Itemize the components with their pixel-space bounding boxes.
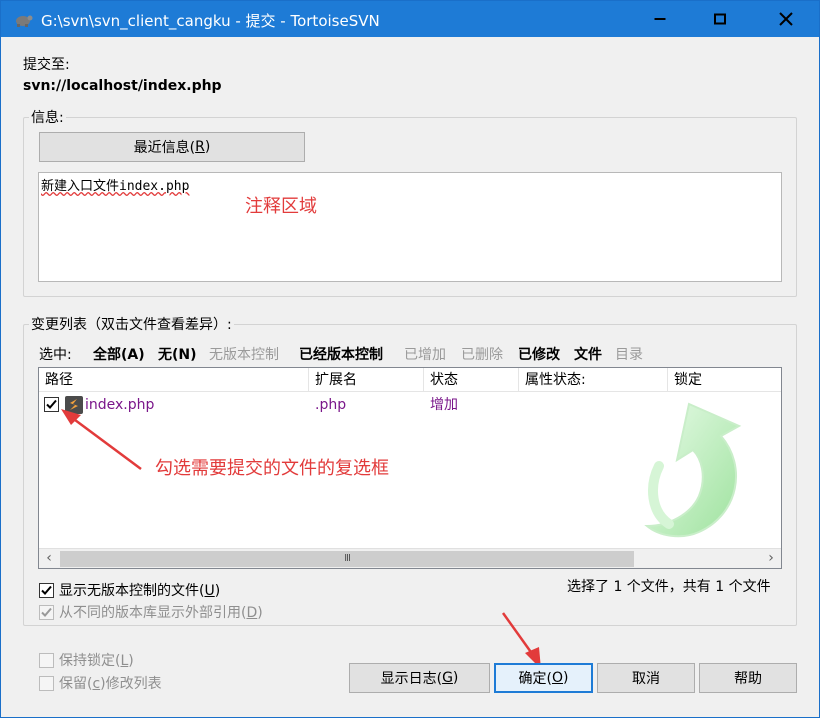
ok-annotation-arrow-icon xyxy=(501,612,541,669)
select-unversioned-link[interactable]: 无版本控制 xyxy=(209,344,279,364)
message-group-label: 信息: xyxy=(29,107,66,127)
close-button[interactable] xyxy=(753,1,819,37)
message-annotation: 注释区域 xyxy=(245,196,317,217)
commit-url: svn://localhost/index.php xyxy=(23,78,222,94)
select-versioned-link[interactable]: 已经版本控制 xyxy=(299,344,383,364)
grip-icon: III xyxy=(344,553,351,564)
keep-changelist-option[interactable]: 保留(c)修改列表 xyxy=(39,673,162,693)
checkbox-annotation: 勾选需要提交的文件的复选框 xyxy=(155,458,389,479)
help-button[interactable]: 帮助 xyxy=(699,663,797,693)
maximize-icon xyxy=(714,13,726,25)
window-title: G:\svn\svn_client_cangku - 提交 - Tortoise… xyxy=(41,12,380,30)
message-textarea[interactable]: 新建入口文件index.php xyxy=(38,172,782,282)
commit-dialog: G:\svn\svn_client_cangku - 提交 - Tortoise… xyxy=(0,0,820,718)
column-status[interactable]: 状态 xyxy=(424,368,519,392)
keep-locks-option[interactable]: 保持锁定(L) xyxy=(39,650,134,670)
scroll-left-icon[interactable]: ‹ xyxy=(39,549,59,568)
keep-changelist-checkbox[interactable] xyxy=(39,676,54,691)
select-deleted-link[interactable]: 已删除 xyxy=(461,344,503,364)
select-none-link[interactable]: 无(N) xyxy=(158,344,197,364)
show-externals-option[interactable]: 从不同的版本库显示外部引用(D) xyxy=(39,602,263,622)
select-label: 选中: xyxy=(39,347,72,363)
close-icon xyxy=(779,12,793,26)
select-added-link[interactable]: 已增加 xyxy=(404,344,446,364)
minimize-button[interactable] xyxy=(631,1,689,37)
column-property-status[interactable]: 属性状态: xyxy=(519,368,668,392)
check-icon xyxy=(41,585,52,595)
horizontal-scrollbar[interactable]: ‹ III › xyxy=(39,548,781,568)
changes-group-label: 变更列表（双击文件查看差异）: xyxy=(29,314,234,334)
show-externals-checkbox[interactable] xyxy=(39,605,54,620)
show-log-button[interactable]: 显示日志(G) xyxy=(349,663,490,693)
column-path[interactable]: 路径 xyxy=(39,368,309,392)
scroll-right-icon[interactable]: › xyxy=(761,549,781,568)
message-text: 新建入口文件index.php xyxy=(41,179,190,194)
selection-summary: 选择了 1 个文件，共有 1 个文件 xyxy=(567,579,771,595)
column-lock[interactable]: 锁定 xyxy=(668,368,781,392)
select-dirs-link[interactable]: 目录 xyxy=(615,344,643,364)
commit-arrow-icon xyxy=(644,402,742,538)
select-modified-link[interactable]: 已修改 xyxy=(518,344,560,364)
annotation-arrow-icon xyxy=(61,409,142,471)
maximize-button[interactable] xyxy=(691,1,749,37)
show-unversioned-checkbox[interactable] xyxy=(39,583,54,598)
title-bar[interactable]: G:\svn\svn_client_cangku - 提交 - Tortoise… xyxy=(1,1,819,37)
changes-list[interactable]: 路径 扩展名 状态 属性状态: 锁定 index.php .php 增加 ‹ I… xyxy=(38,367,782,569)
tortoise-icon xyxy=(16,15,33,27)
commit-to-label: 提交至: xyxy=(23,57,70,73)
check-icon xyxy=(41,607,52,617)
file-status: 增加 xyxy=(430,397,458,413)
cancel-button[interactable]: 取消 xyxy=(597,663,695,693)
column-extension[interactable]: 扩展名 xyxy=(309,368,424,392)
recent-messages-button[interactable]: 最近信息(R) xyxy=(39,132,305,162)
select-files-link[interactable]: 文件 xyxy=(574,344,602,364)
list-header: 路径 扩展名 状态 属性状态: 锁定 xyxy=(39,368,781,392)
minimize-icon xyxy=(654,18,666,20)
keep-locks-checkbox[interactable] xyxy=(39,653,54,668)
file-extension: .php xyxy=(315,397,347,413)
scroll-thumb[interactable]: III xyxy=(60,551,634,567)
ok-button[interactable]: 确定(O) xyxy=(494,663,593,693)
select-all-link[interactable]: 全部(A) xyxy=(93,344,145,364)
show-unversioned-option[interactable]: 显示无版本控制的文件(U) xyxy=(39,580,220,600)
